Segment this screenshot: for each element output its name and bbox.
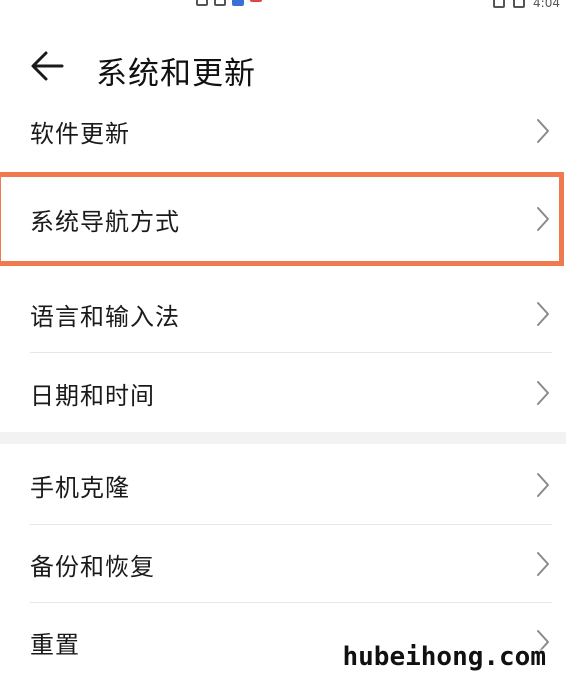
chevron-right-icon [537, 473, 549, 497]
menu-item-label: 重置 [30, 630, 80, 659]
section-gap [0, 432, 566, 444]
menu-item-label: 手机克隆 [30, 473, 130, 502]
menu-item-label: 软件更新 [30, 119, 130, 148]
menu-item-label: 备份和恢复 [30, 552, 155, 581]
chevron-right-icon [537, 302, 549, 326]
menu-item-phone-clone[interactable]: 手机克隆 [0, 446, 566, 524]
chevron-right-icon [537, 552, 549, 576]
watermark: hubeihong.com [342, 642, 547, 672]
page-title: 系统和更新 [96, 56, 256, 92]
brand-icon [250, 0, 262, 2]
status-icons-left [196, 0, 262, 6]
app-badge-icon [232, 0, 244, 6]
menu-item-backup-restore[interactable]: 备份和恢复 [0, 525, 566, 603]
signal-icon [214, 0, 226, 6]
arrow-left-icon[interactable] [28, 46, 68, 86]
menu-item-label: 系统导航方式 [30, 207, 180, 236]
divider [30, 352, 552, 353]
chevron-right-icon [537, 119, 549, 143]
status-icons-right: 4:04 [493, 0, 560, 10]
menu-item-software-update[interactable]: 软件更新 [0, 92, 566, 170]
menu-item-language-input[interactable]: 语言和输入法 [0, 275, 566, 353]
chevron-right-icon [537, 207, 549, 231]
menu-item-label: 日期和时间 [30, 381, 155, 410]
menu-item-date-time[interactable]: 日期和时间 [0, 354, 566, 432]
menu-item-system-navigation[interactable]: 系统导航方式 [0, 180, 566, 258]
status-time: 4:04 [533, 0, 560, 10]
menu-item-label: 语言和输入法 [30, 302, 180, 331]
battery-icon [513, 0, 526, 8]
status-bar: 4:04 [0, 0, 566, 14]
header: 系统和更新 [0, 36, 566, 100]
notification-icon [196, 0, 208, 6]
chevron-right-icon [537, 381, 549, 405]
alarm-icon [493, 0, 506, 8]
